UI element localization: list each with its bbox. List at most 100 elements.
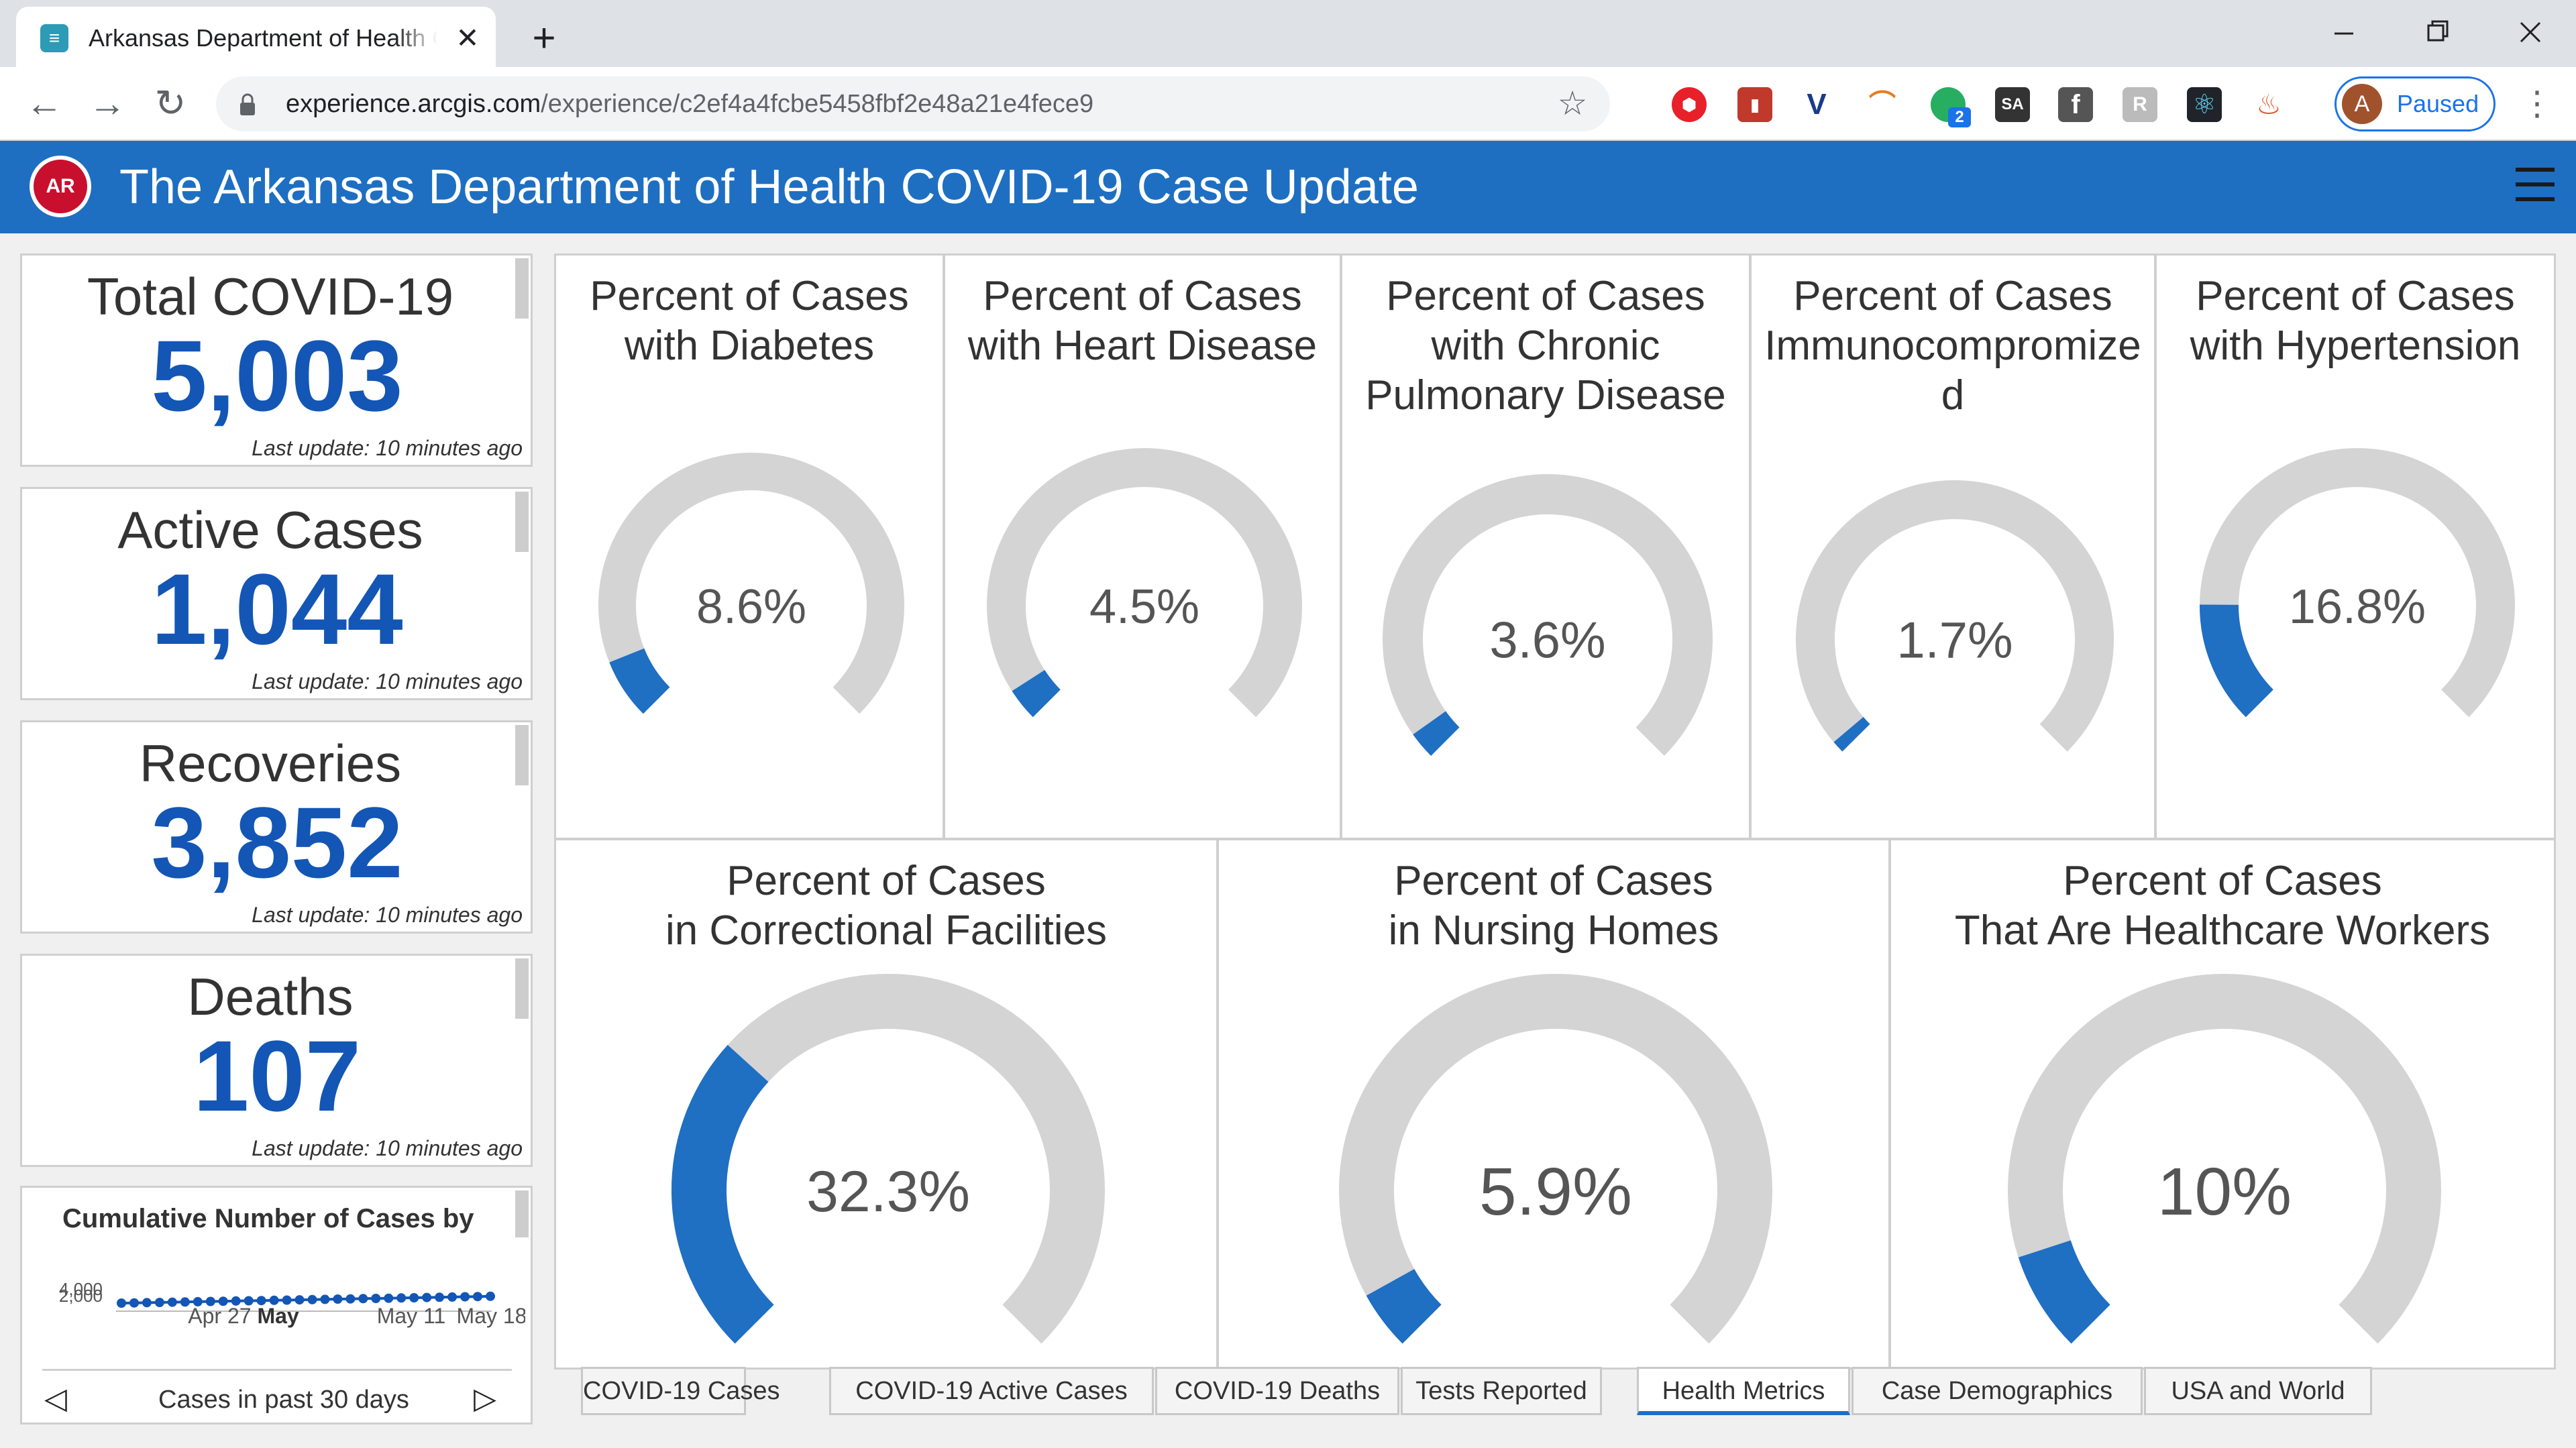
dashboard-tab[interactable]: Case Demographics (1851, 1367, 2143, 1415)
dashboard-tab[interactable]: COVID-19 Deaths (1155, 1367, 1399, 1415)
gauge-fill (1413, 710, 1460, 756)
gauge-chart[interactable]: 4.5% (945, 256, 1342, 840)
gauge-value-label: 32.3% (806, 1160, 970, 1224)
stat-value: 3,852 (151, 786, 403, 899)
gauge-panel: Percent of Cases with Chronic Pulmonary Di… (1340, 254, 1751, 840)
gauge-value-label: 10% (2157, 1154, 2292, 1229)
url-text[interactable]: experience.arcgis.com/experience/c2ef4a4… (286, 76, 1093, 131)
back-arrow-icon[interactable]: ← (23, 82, 66, 125)
series-point[interactable] (154, 1298, 164, 1307)
sa-extension-icon[interactable]: SA (1995, 87, 2030, 122)
dashboard-tab[interactable]: Health Metrics (1637, 1367, 1850, 1415)
avatar: A (2342, 84, 2382, 124)
series-point[interactable] (142, 1298, 152, 1308)
series-point[interactable] (409, 1293, 419, 1302)
stat-last-update: Last update: 10 minutes ago (252, 669, 523, 693)
gauge-chart[interactable]: 10% (1891, 840, 2556, 1370)
stat-card-active: Active Cases 1,044 Last update: 10 minut… (20, 487, 533, 700)
gauge-chart[interactable]: 32.3% (556, 840, 1218, 1370)
dashboard-tab[interactable]: Tests Reported (1401, 1367, 1602, 1415)
react-devtools-icon[interactable]: ⚛ (2187, 87, 2222, 122)
stat-card-total: Total COVID-19 5,003 Last update: 10 min… (20, 254, 533, 467)
dashboard-tab[interactable]: USA and World (2144, 1367, 2372, 1415)
address-bar[interactable]: experience.arcgis.com/experience/c2ef4a4… (216, 76, 1610, 131)
series-point[interactable] (307, 1294, 317, 1304)
series-point[interactable] (117, 1298, 126, 1308)
series-point[interactable] (422, 1292, 432, 1302)
ublock-extension-icon[interactable]: ⬢ (1672, 87, 1707, 122)
new-tab-button[interactable]: + (521, 15, 568, 62)
stat-last-update: Last update: 10 minutes ago (252, 1136, 523, 1160)
gauge-panel: Percent of Cases Immunocompromize d 1.7% (1750, 254, 2156, 840)
gauge-chart[interactable]: 5.9% (1219, 840, 1890, 1370)
series-point[interactable] (358, 1294, 368, 1304)
facebook-extension-icon[interactable]: f (2058, 87, 2093, 122)
series-point[interactable] (486, 1291, 495, 1301)
series-point[interactable] (294, 1295, 305, 1305)
cumulative-cases-chart[interactable]: 4,000 2,000 Apr 27 May May 11 May 18 (29, 1252, 525, 1366)
mini-chart-nav-label: Cases in past 30 days (158, 1386, 409, 1414)
series-point[interactable] (167, 1297, 177, 1307)
gauge-chart[interactable]: 8.6% (556, 256, 945, 840)
gauge-value-label: 8.6% (696, 580, 806, 634)
app-header: AR The Arkansas Department of Health COV… (0, 141, 2576, 233)
cumulative-cases-chart-card: Cumulative Number of Cases by 4,000 2,00… (20, 1186, 533, 1425)
profile-button[interactable]: A Paused (2334, 76, 2496, 131)
x-axis-label-apr27: Apr 27 May (188, 1304, 299, 1328)
browser-menu-icon[interactable]: ⋮ (2517, 82, 2557, 125)
dashboard-tab[interactable]: COVID-19 Active Cases (829, 1367, 1154, 1415)
forward-arrow-icon[interactable]: → (86, 82, 129, 125)
series-point[interactable] (435, 1292, 445, 1302)
bookmark-star-icon[interactable]: ☆ (1552, 83, 1593, 123)
series-point[interactable] (447, 1292, 458, 1302)
mini-chart-navigator: ◁ Cases in past 30 days ▷ (42, 1369, 512, 1429)
series-point[interactable] (129, 1298, 139, 1308)
gauge-fill (2199, 604, 2274, 718)
series-point[interactable] (396, 1293, 407, 1303)
restore-window-button[interactable] (2410, 12, 2463, 52)
x-axis-label-may18: May 18 (457, 1304, 525, 1328)
hamburger-menu-icon[interactable] (2516, 168, 2555, 207)
url-host: experience.arcgis.com (286, 90, 541, 118)
gauge-value-label: 1.7% (1896, 612, 2012, 669)
stat-last-update: Last update: 10 minutes ago (252, 436, 523, 460)
gauge-chart[interactable]: 1.7% (1752, 256, 2156, 840)
series-point[interactable] (320, 1294, 330, 1304)
browser-tab[interactable]: ≡ Arkansas Department of Health COVID-19… (16, 7, 496, 67)
dashboard-tab[interactable]: COVID-19 Cases (581, 1367, 780, 1415)
gauge-panel: Percent of Cases with Hypertension 16.8% (2155, 254, 2556, 840)
card-scrollbar[interactable] (515, 1190, 529, 1237)
minimize-window-button[interactable] (2317, 12, 2371, 52)
gauge-chart[interactable]: 3.6% (1342, 256, 1751, 840)
previous-chevron-icon[interactable]: ◁ (42, 1379, 69, 1419)
gauge-panel: Percent of Cases with Heart Disease 4.5% (943, 254, 1342, 840)
close-tab-icon[interactable]: ✕ (449, 20, 486, 56)
gauge-fill (1366, 1268, 1442, 1344)
next-chevron-icon[interactable]: ▷ (472, 1379, 498, 1419)
series-point[interactable] (473, 1292, 482, 1302)
gauge-value-label: 4.5% (1089, 580, 1199, 634)
arkansas-health-logo: AR (30, 156, 91, 217)
gauge-panel: Percent of Cases with Diabetes 8.6% (554, 254, 945, 840)
vuejs-devtools-icon[interactable]: V (1799, 87, 1834, 122)
series-point[interactable] (371, 1294, 381, 1303)
series-point[interactable] (384, 1293, 394, 1303)
stat-card-deaths: Deaths 107 Last update: 10 minutes ago (20, 954, 533, 1167)
stat-title: Recoveries (139, 734, 402, 793)
grey-extension-icon[interactable]: R (2123, 87, 2157, 122)
browser-tab-title: Arkansas Department of Health COVID-19 C… (89, 24, 437, 52)
series-point[interactable] (345, 1294, 356, 1304)
stat-value: 5,003 (151, 319, 403, 432)
gauge-chart[interactable]: 16.8% (2157, 256, 2556, 840)
series-point[interactable] (333, 1294, 343, 1304)
series-point[interactable] (460, 1292, 470, 1302)
rainbow-extension-icon[interactable]: ⌒ (1865, 87, 1900, 122)
mini-chart-title: Cumulative Number of Cases by (62, 1204, 474, 1233)
chat-extension-icon[interactable]: 2 (1931, 87, 1971, 127)
fire-extension-icon[interactable]: ♨ (2251, 87, 2286, 122)
bookmark-extension-icon[interactable]: ▮ (1737, 87, 1772, 122)
gauge-fill (1833, 716, 1870, 752)
reload-icon[interactable]: ↻ (149, 82, 192, 125)
gauge-value-label: 5.9% (1479, 1154, 1632, 1229)
close-window-button[interactable] (2504, 12, 2557, 52)
